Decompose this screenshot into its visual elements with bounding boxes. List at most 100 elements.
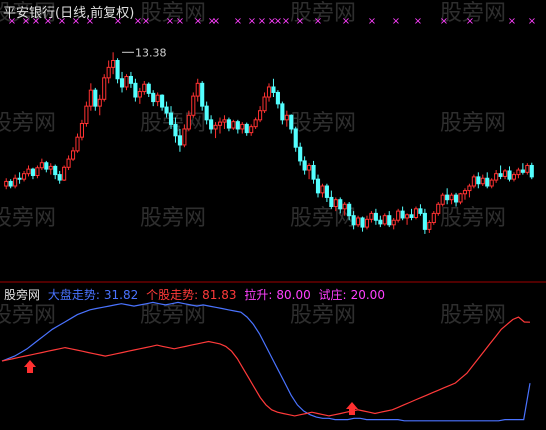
watermark-text-14: 股旁网 [440, 303, 506, 328]
candle-body [111, 60, 116, 68]
signal-marker-23: × [342, 16, 350, 27]
candle-47 [213, 122, 218, 139]
candle-body [480, 177, 485, 185]
candle-body [454, 194, 459, 203]
signal-arrow-0 [24, 360, 36, 373]
candle-body [266, 86, 272, 98]
candle-117 [525, 163, 530, 175]
candle-58 [262, 92, 267, 113]
candle-110 [494, 170, 499, 183]
candle-35 [160, 94, 165, 111]
candle-body [280, 103, 285, 121]
candle-body [311, 164, 316, 180]
watermark-text-6: 股旁网 [290, 111, 356, 136]
candle-81 [364, 215, 370, 230]
candle-body [97, 98, 102, 107]
candle-body [13, 177, 18, 187]
candle-8 [39, 158, 44, 171]
candle-79 [356, 215, 361, 228]
candle-body [142, 83, 147, 93]
indicator-stock-value: 81.83 [202, 288, 237, 302]
candle-6 [30, 167, 36, 180]
watermark-text-13: 股旁网 [290, 303, 356, 328]
candle-body [195, 82, 200, 97]
candle-body [209, 119, 214, 130]
candle-body [186, 114, 191, 130]
candle-body [342, 203, 347, 210]
candle-body [378, 219, 383, 225]
signal-marker-11: × [176, 16, 184, 27]
candle-84 [378, 215, 383, 228]
candle-body [347, 203, 352, 217]
candle-body [66, 158, 71, 168]
candle-body [44, 162, 49, 170]
candle-body [17, 177, 22, 180]
candle-body [244, 123, 249, 134]
indicator-market-value: 31.82 [103, 288, 139, 302]
candle-69 [311, 160, 316, 184]
candle-body [253, 119, 258, 128]
candle-19 [88, 83, 93, 111]
candle-34 [155, 92, 160, 107]
series-line-1 [1, 316, 531, 417]
candle-50 [226, 117, 231, 132]
candle-body [440, 194, 445, 205]
candle-body [405, 214, 410, 219]
candle-body [146, 83, 151, 94]
candle-body [373, 212, 378, 221]
signal-marker-24: × [368, 16, 376, 27]
candle-25 [115, 58, 120, 84]
candle-body [329, 196, 334, 208]
candle-48 [217, 117, 223, 134]
signal-marker-15: × [234, 16, 242, 27]
candle-body [21, 173, 27, 180]
candle-59 [266, 83, 272, 102]
candle-body [356, 217, 361, 226]
candle-body [489, 179, 494, 187]
candle-18 [84, 101, 89, 127]
candle-94 [422, 208, 427, 234]
candle-body [70, 150, 76, 160]
candle-body [391, 219, 396, 226]
candle-92 [413, 206, 419, 220]
annotation-label-0: 13.38 [135, 46, 167, 59]
candle-body [128, 75, 133, 84]
signal-marker-14: × [212, 16, 220, 27]
candle-106 [476, 172, 481, 189]
candle-body [231, 121, 236, 129]
watermark-text-15: 股旁网 [0, 303, 56, 328]
candle-97 [436, 201, 441, 216]
candle-body [529, 164, 534, 178]
candle-88 [396, 208, 401, 223]
candle-body [155, 94, 160, 103]
signal-marker-9: × [142, 16, 150, 27]
candle-body [119, 78, 125, 88]
candle-body [262, 96, 267, 112]
candle-body [520, 169, 525, 173]
candle-body [275, 91, 280, 105]
candle-105 [471, 174, 476, 189]
signal-arrow-layer [24, 360, 358, 415]
candle-body [293, 128, 298, 148]
signal-marker-28: × [466, 16, 474, 27]
candle-body [307, 164, 312, 171]
indicator-pull-label: 拉升: [244, 288, 273, 302]
candle-108 [485, 172, 490, 189]
candle-body [173, 123, 178, 137]
candle-body [431, 212, 436, 224]
candle-body [413, 208, 419, 218]
candle-87 [391, 217, 396, 230]
chart-stage: 股旁网 股旁网 股旁网 股旁网 股旁网 股旁网 股旁网 股旁网 股旁网 股旁网 股旁网 股旁网 股旁网股… [0, 0, 546, 426]
candle-9 [44, 160, 49, 173]
candle-86 [387, 211, 392, 228]
candle-60 [271, 78, 276, 98]
candle-11 [53, 164, 58, 180]
candle-67 [302, 156, 307, 175]
candle-12 [57, 170, 62, 184]
candle-68 [307, 163, 312, 180]
candle-91 [409, 208, 414, 221]
candle-118 [529, 162, 534, 180]
candle-98 [440, 192, 445, 207]
candle-52 [235, 119, 240, 134]
candle-111 [498, 165, 503, 180]
